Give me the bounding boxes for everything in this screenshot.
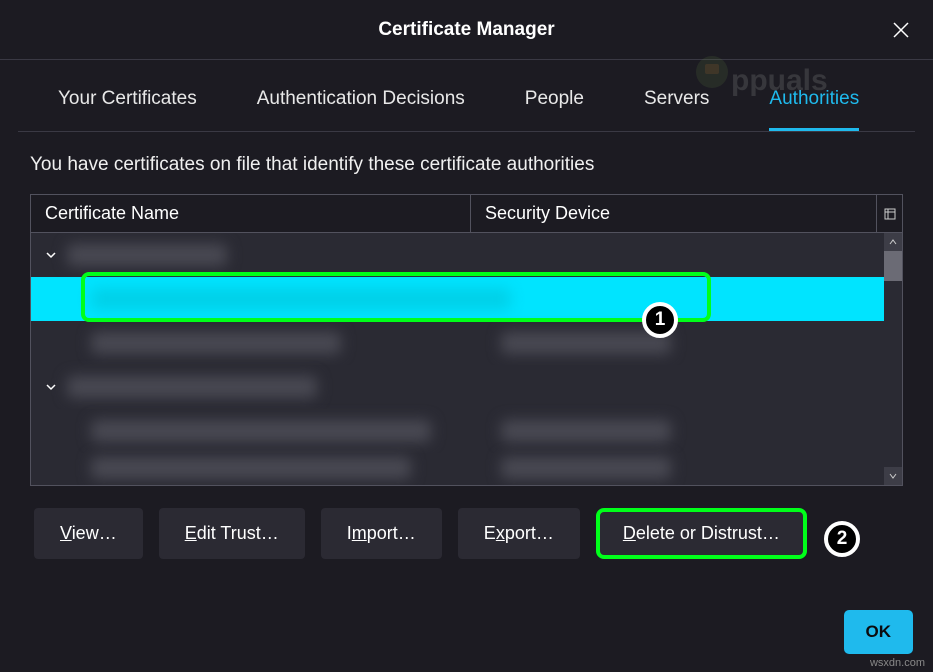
redacted-group-label [67,376,317,398]
tab-authorities[interactable]: Authorities [769,88,859,131]
dialog-title: Certificate Manager [378,19,554,41]
ok-button[interactable]: OK [844,610,914,654]
table-row[interactable] [31,365,902,409]
redacted-cert-name [91,457,411,479]
annotation-badge-1: 1 [642,302,678,338]
chevron-up-icon [889,238,897,246]
tab-description: You have certificates on file that ident… [0,132,933,194]
titlebar: Certificate Manager [0,0,933,60]
certificate-table: Certificate Name Security Device [30,194,903,486]
redacted-device [501,457,671,479]
close-icon [892,21,910,39]
export-button[interactable]: Export… [458,508,580,559]
table-row[interactable] [31,453,902,483]
tab-authentication-decisions[interactable]: Authentication Decisions [257,88,465,131]
chevron-down-icon[interactable] [43,379,59,395]
tab-bar: Your Certificates Authentication Decisio… [18,60,915,132]
table-row[interactable] [31,233,902,277]
chevron-down-icon [889,472,897,480]
dialog-footer: OK [844,610,914,654]
redacted-device [501,332,671,354]
action-buttons-row: View… Edit Trust… Import… Export… Delete… [0,486,933,559]
scroll-up-arrow[interactable] [884,233,902,251]
table-header: Certificate Name Security Device [31,195,902,233]
annotation-badge-2: 2 [824,521,860,557]
table-row[interactable] [31,321,902,365]
redacted-cert-name [91,420,431,442]
scroll-track[interactable] [884,281,902,467]
redacted-cert-name [91,288,511,310]
tab-people[interactable]: People [525,88,584,131]
column-picker-icon [884,208,896,220]
redacted-device [501,420,671,442]
table-row[interactable] [31,409,902,453]
view-button[interactable]: View… [34,508,143,559]
table-body [31,233,902,485]
watermark-credit: wsxdn.com [870,657,925,669]
redacted-group-label [67,244,227,266]
column-certificate-name[interactable]: Certificate Name [31,195,471,232]
scroll-thumb[interactable] [884,251,902,281]
import-button[interactable]: Import… [321,508,442,559]
close-button[interactable] [889,18,913,42]
column-security-device[interactable]: Security Device [471,195,876,232]
column-picker-button[interactable] [876,195,902,232]
scrollbar[interactable] [884,233,902,485]
tab-servers[interactable]: Servers [644,88,709,131]
scroll-down-arrow[interactable] [884,467,902,485]
edit-trust-button[interactable]: Edit Trust… [159,508,305,559]
delete-distrust-button[interactable]: Delete or Distrust… [596,508,807,559]
chevron-down-icon[interactable] [43,247,59,263]
tab-your-certificates[interactable]: Your Certificates [58,88,197,131]
table-row-selected[interactable] [31,277,902,321]
redacted-cert-name [91,332,341,354]
